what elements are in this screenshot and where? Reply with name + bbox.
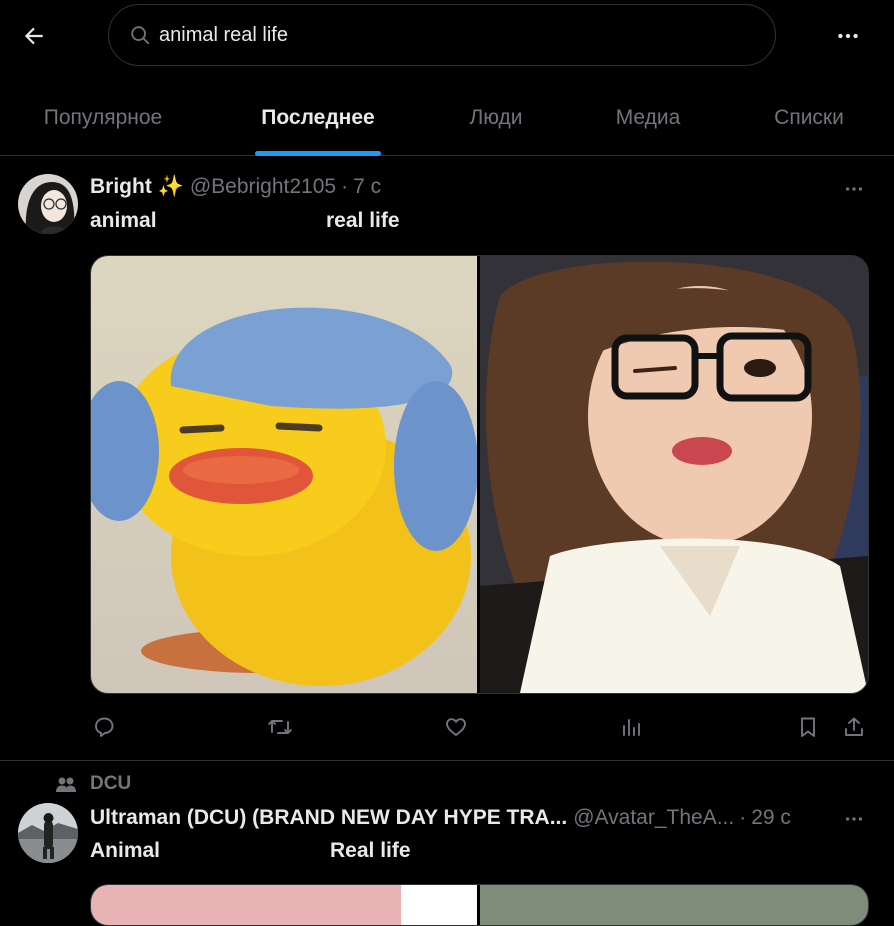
tweet[interactable]: Bright ✨ @Bebright2105 · 7 с animal real… xyxy=(0,157,894,760)
views-button[interactable] xyxy=(614,709,650,745)
active-tab-indicator xyxy=(255,151,381,156)
tweet-actions xyxy=(90,709,880,745)
media-image-1b[interactable] xyxy=(401,885,477,925)
search-tabs: Популярное Последнее Люди Медиа Списки xyxy=(0,80,894,156)
community-icon xyxy=(54,773,78,797)
user-handle[interactable]: @Avatar_TheA... xyxy=(573,806,734,830)
share-button[interactable] xyxy=(836,709,872,745)
community-context-label[interactable]: DCU xyxy=(90,773,131,795)
retweet-button[interactable] xyxy=(262,709,298,745)
separator-dot: · xyxy=(341,175,349,198)
user-handle[interactable]: @Bebright2105 xyxy=(190,175,336,199)
tweet-media[interactable] xyxy=(90,884,869,926)
tweet-text: animal real life xyxy=(90,209,400,233)
tab-popular[interactable]: Популярное xyxy=(10,80,196,155)
tweet-text: Animal Real life xyxy=(90,839,411,863)
timestamp[interactable]: 7 с xyxy=(353,175,381,199)
back-button[interactable] xyxy=(14,16,54,56)
retweet-icon xyxy=(268,720,292,734)
more-horizontal-icon xyxy=(838,33,858,39)
like-button[interactable] xyxy=(438,709,474,745)
tweet-text-right: Real life xyxy=(330,839,411,862)
more-options-button[interactable] xyxy=(828,16,868,56)
bookmark-button[interactable] xyxy=(790,709,826,745)
timestamp[interactable]: 29 с xyxy=(751,806,791,830)
display-name[interactable]: Ultraman (DCU) (BRAND NEW DAY HYPE TRA..… xyxy=(90,806,567,830)
reply-button[interactable] xyxy=(86,709,122,745)
avatar[interactable] xyxy=(18,174,78,234)
more-horizontal-icon xyxy=(845,817,863,821)
avatar[interactable] xyxy=(18,803,78,863)
tweet-media[interactable] xyxy=(90,255,869,694)
like-icon xyxy=(446,718,466,736)
share-icon xyxy=(845,717,863,736)
media-image-duck[interactable] xyxy=(91,256,478,693)
tweet[interactable]: DCU Ultraman (DCU) (BRAND NEW DAY HYPE T… xyxy=(0,761,894,926)
search-icon xyxy=(129,24,151,46)
tweet-text-right: real life xyxy=(326,209,400,232)
media-image-selfie[interactable] xyxy=(480,256,868,693)
more-horizontal-icon xyxy=(845,187,863,191)
search-box[interactable] xyxy=(108,4,776,66)
tweet-header: Bright ✨ @Bebright2105 · 7 с xyxy=(90,175,381,199)
display-name[interactable]: Bright ✨ xyxy=(90,175,184,199)
bookmark-icon xyxy=(801,717,815,737)
media-image-2[interactable] xyxy=(480,885,868,925)
tab-people[interactable]: Люди xyxy=(436,80,556,155)
search-input[interactable] xyxy=(159,23,719,47)
separator-dot: · xyxy=(739,806,747,829)
tab-latest[interactable]: Последнее xyxy=(226,80,410,155)
tab-lists[interactable]: Списки xyxy=(740,80,878,155)
top-bar xyxy=(0,0,894,72)
tweet-more-button[interactable] xyxy=(838,173,870,205)
arrow-left-icon xyxy=(24,27,43,45)
media-image-1a[interactable] xyxy=(91,885,401,925)
tweet-more-button[interactable] xyxy=(838,803,870,835)
reply-icon xyxy=(95,717,114,737)
views-icon xyxy=(623,719,640,736)
tweet-text-left: animal xyxy=(90,209,157,232)
tab-media[interactable]: Медиа xyxy=(580,80,716,155)
tweet-header: Ultraman (DCU) (BRAND NEW DAY HYPE TRA..… xyxy=(90,806,791,830)
tweet-text-left: Animal xyxy=(90,839,161,862)
